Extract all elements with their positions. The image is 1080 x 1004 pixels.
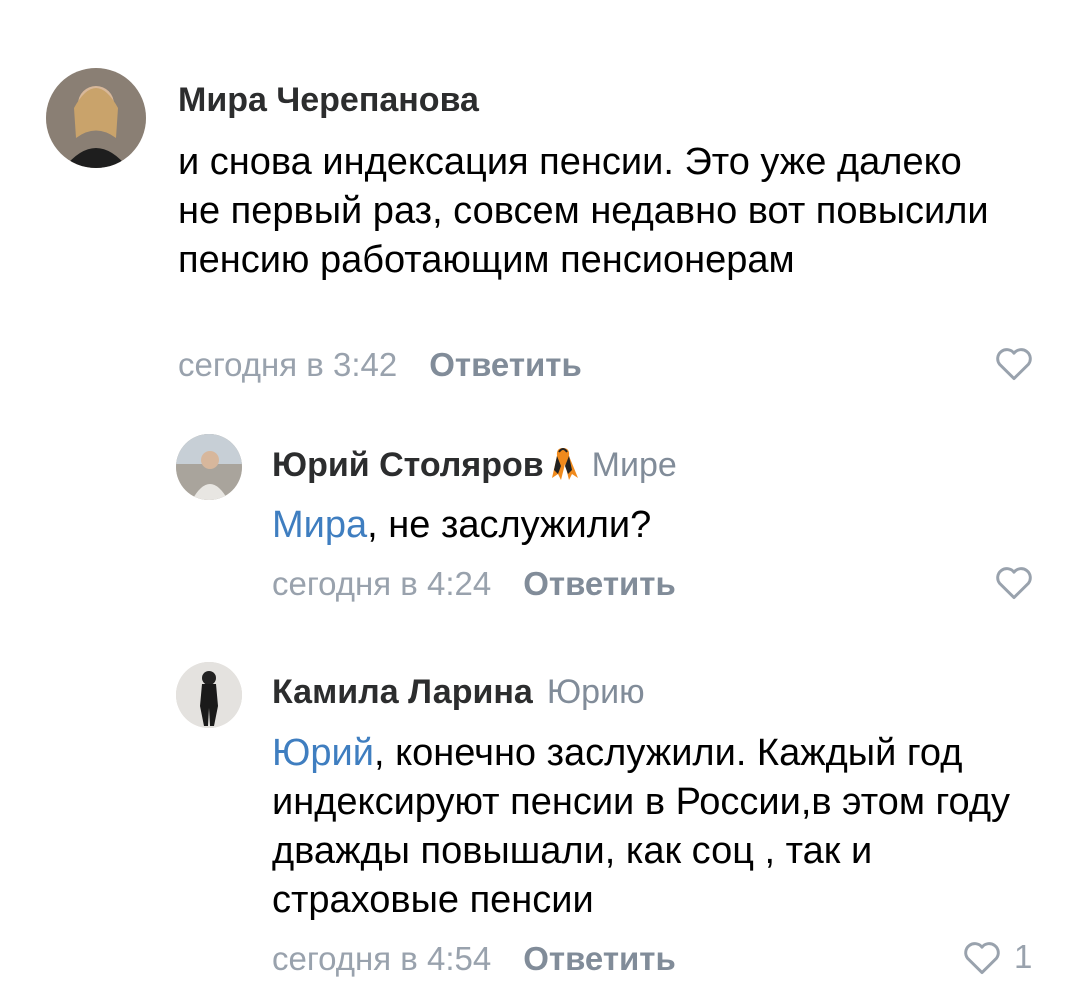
timestamp: сегодня в 4:24 [272,565,492,602]
mention-link[interactable]: Юрий [272,732,374,774]
avatar-photo-icon [176,434,242,500]
mention-link[interactable]: Мира [272,504,367,546]
avatar[interactable] [176,662,242,728]
reply-to-name[interactable]: Мире [592,446,677,484]
heart-outline-icon [964,942,1000,975]
like-button[interactable] [994,343,1046,383]
heart-outline-icon [996,567,1032,600]
avatar[interactable] [46,68,146,168]
like-count: 1 [1014,938,1033,975]
avatar-photo-icon [46,68,146,168]
comment-meta: сегодня в 3:42 Ответить [178,345,582,385]
comment-text: Мира, не заслужили? [272,504,652,546]
reply-button[interactable]: Ответить [429,346,582,383]
author-name[interactable]: Юрий Столяров [272,446,544,484]
heart-outline-icon [996,348,1032,381]
timestamp: сегодня в 4:54 [272,940,492,977]
like-button[interactable]: 1 [962,937,1032,977]
author-line: Камила Ларина Юрию [272,672,645,712]
reply-to-name[interactable]: Юрию [547,673,645,711]
author-line: Мира Черепанова [178,80,479,120]
like-button[interactable] [994,562,1046,602]
avatar[interactable] [176,434,242,500]
comment-meta: сегодня в 4:54 Ответить [272,939,676,979]
author-name[interactable]: Мира Черепанова [178,81,479,119]
reply-button[interactable]: Ответить [523,940,676,977]
author-line: Юрий Столяров Мире [272,444,677,485]
author-name[interactable]: Камила Ларина [272,673,533,711]
timestamp: сегодня в 3:42 [178,346,398,383]
reply-button[interactable]: Ответить [523,565,676,602]
comment-text: и снова индексация пенсии. Это уже далек… [178,141,989,281]
avatar-photo-icon [176,662,242,728]
st-george-ribbon-icon [551,448,578,480]
comment-meta: сегодня в 4:24 Ответить [272,564,676,604]
comment-text: Юрий, конечно заслужили. Каждый год инде… [272,732,1010,921]
